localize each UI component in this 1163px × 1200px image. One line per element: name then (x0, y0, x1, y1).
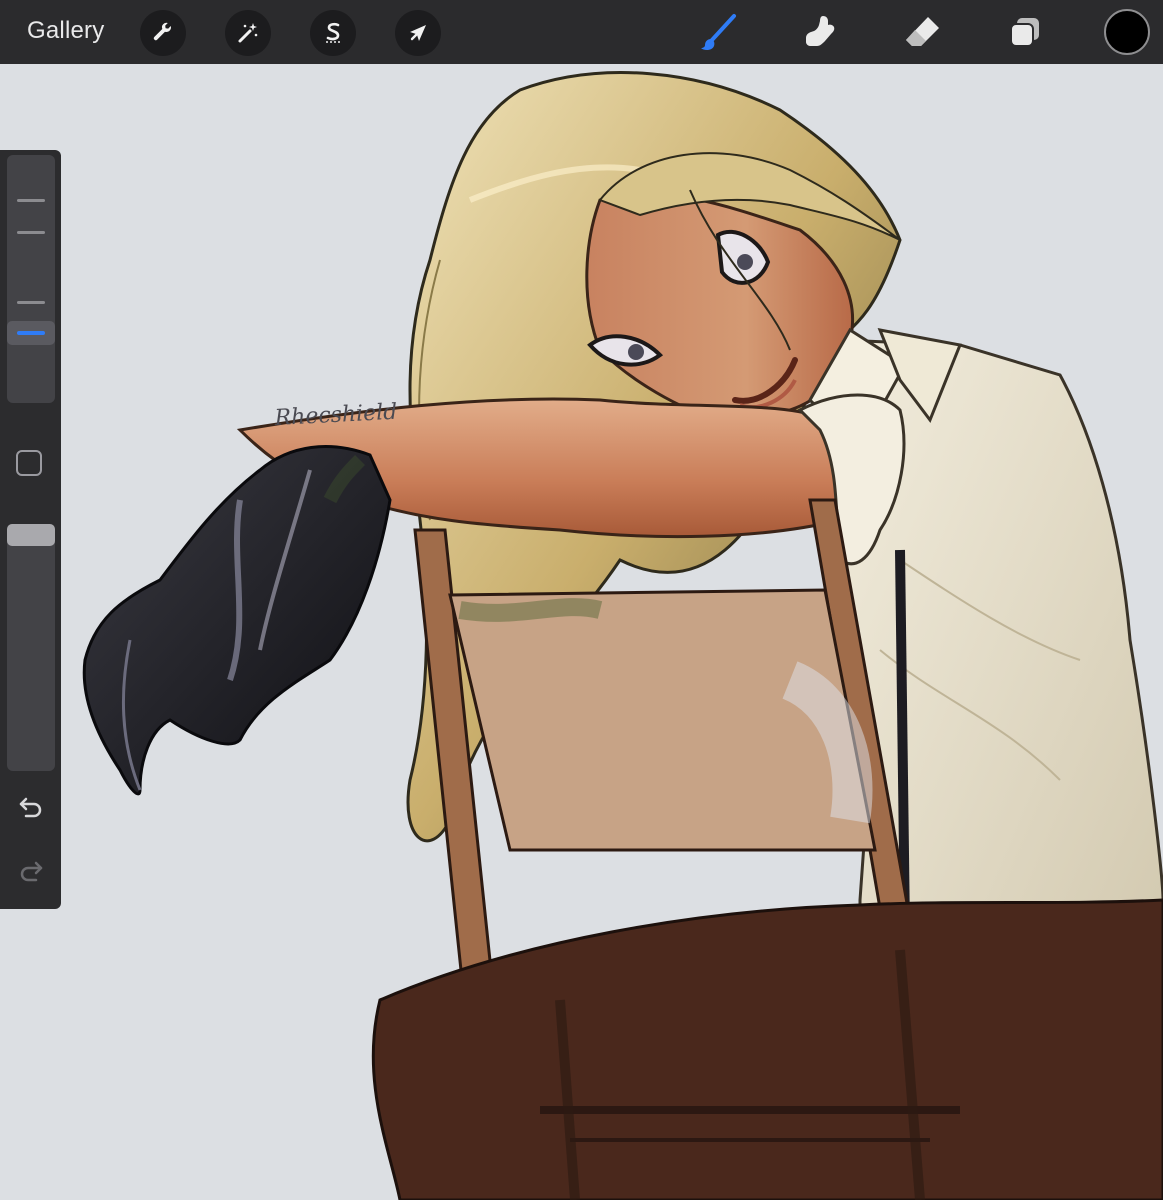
top-toolbar: Gallery (0, 0, 1163, 64)
square-modify-icon[interactable] (16, 450, 42, 476)
transform-button[interactable] (395, 10, 441, 56)
layers-icon (1010, 18, 1039, 47)
actions-button[interactable] (140, 10, 186, 56)
size-indicator (17, 331, 45, 335)
redo-icon (20, 861, 43, 882)
eraser-icon (906, 17, 939, 46)
smudge-button[interactable] (796, 8, 846, 58)
gallery-button[interactable]: Gallery (27, 17, 104, 45)
wrench-icon (153, 22, 171, 41)
opacity-thumb[interactable] (7, 524, 55, 546)
size-tick (17, 231, 45, 234)
undo-icon (19, 797, 42, 818)
left-sidebar (0, 150, 61, 909)
size-tick (17, 301, 45, 304)
selection-button[interactable] (310, 10, 356, 56)
layers-button[interactable] (1000, 8, 1050, 58)
brush-button[interactable] (693, 8, 743, 58)
magic-wand-icon (238, 23, 258, 43)
arrow-cursor-icon (410, 25, 426, 41)
artwork-illustration: Rhecshield (82, 71, 1163, 1200)
brush-icon (701, 14, 736, 51)
opacity-slider[interactable] (7, 524, 55, 771)
drawing-canvas[interactable]: Rhecshield (0, 64, 1163, 1200)
undo-button[interactable] (14, 790, 48, 824)
brush-size-thumb[interactable] (7, 321, 55, 345)
brush-size-slider[interactable] (7, 155, 55, 403)
adjustments-button[interactable] (225, 10, 271, 56)
selection-s-icon (326, 22, 340, 43)
redo-button[interactable] (14, 854, 48, 888)
size-tick (17, 199, 45, 202)
eraser-button[interactable] (898, 8, 948, 58)
smudge-finger-icon (806, 16, 835, 46)
color-picker-swatch[interactable] (1104, 9, 1150, 55)
